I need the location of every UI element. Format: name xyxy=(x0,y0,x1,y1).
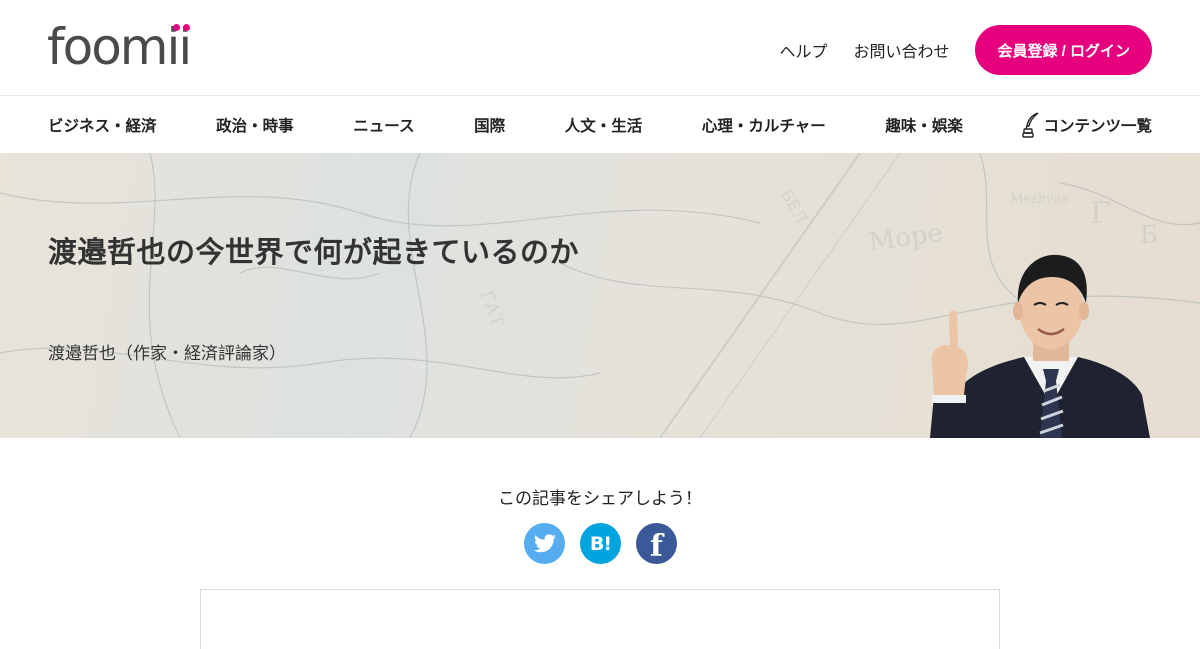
author-name: 渡邉哲也（作家・経済評論家） xyxy=(48,344,286,364)
quill-pen-icon xyxy=(1022,111,1039,138)
site-header: foomii ヘルプ お問い合わせ 会員登録 / ログイン xyxy=(0,0,1200,96)
register-login-button[interactable]: 会員登録 / ログイン xyxy=(975,25,1152,75)
nav-item-hobby[interactable]: 趣味・娯楽 xyxy=(885,114,963,136)
author-portrait xyxy=(930,254,1150,438)
nav-item-politics[interactable]: 政治・時事 xyxy=(216,114,294,136)
nav-item-international[interactable]: 国際 xyxy=(474,114,505,136)
help-link[interactable]: ヘルプ xyxy=(779,38,827,62)
nav-item-news[interactable]: ニュース xyxy=(353,114,414,136)
logo-dots xyxy=(173,24,191,31)
logo-text: foomii xyxy=(47,18,192,76)
share-buttons: B! f xyxy=(524,523,677,564)
nav-item-contents-list-label: コンテンツ一覧 xyxy=(1043,116,1152,135)
nav-item-humanities[interactable]: 人文・生活 xyxy=(565,114,643,136)
hatena-bookmark-button[interactable]: B! xyxy=(580,523,621,564)
svg-text:Γ: Γ xyxy=(1090,196,1111,231)
svg-text:БЕЛ: БЕЛ xyxy=(777,186,812,227)
svg-text:ГАТ: ГАТ xyxy=(475,288,508,330)
nav-item-psychology[interactable]: 心理・カルチャー xyxy=(702,114,826,136)
header-links: ヘルプ お問い合わせ 会員登録 / ログイン xyxy=(779,25,1152,75)
nav-item-contents-list[interactable]: コンテンツ一覧 xyxy=(1022,111,1152,138)
svg-text:Mezhyaa: Mezhyaa xyxy=(1010,192,1069,207)
series-title: 渡邉哲也の今世界で何が起きているのか xyxy=(48,235,580,269)
nav-item-business[interactable]: ビジネス・経済 xyxy=(48,114,157,136)
share-heading: この記事をシェアしよう！ xyxy=(498,489,702,509)
twitter-share-button[interactable] xyxy=(524,523,565,564)
twitter-bird-icon xyxy=(533,533,556,552)
article-content-box xyxy=(200,589,1000,649)
category-nav: ビジネス・経済 政治・時事 ニュース 国際 人文・生活 心理・カルチャー 趣味・… xyxy=(0,96,1200,153)
contact-link[interactable]: お問い合わせ xyxy=(853,38,949,62)
site-logo[interactable]: foomii xyxy=(47,18,192,76)
facebook-share-button[interactable]: f xyxy=(636,523,677,564)
hero-banner: Mope Γ Б БЕЛ ГАТ Mezhyaa 渡邉哲也の今世界で何が起きてい… xyxy=(0,153,1200,438)
